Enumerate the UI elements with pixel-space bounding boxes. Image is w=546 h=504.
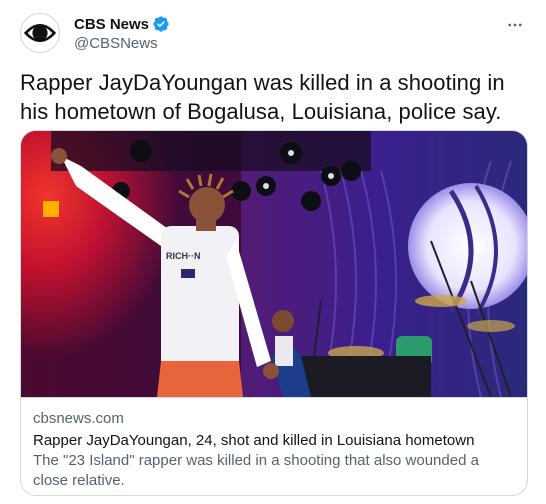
more-options-icon (508, 23, 522, 27)
author-avatar[interactable] (20, 13, 60, 53)
more-options-button[interactable] (504, 14, 526, 36)
shirt-print-text: RICH··N (166, 251, 201, 261)
verified-badge-icon (153, 16, 169, 32)
author-display-name[interactable]: CBS News (74, 16, 149, 33)
tweet-header: CBS News @CBSNews (20, 12, 530, 53)
cbs-eye-logo-icon (21, 14, 59, 52)
tweet: CBS News @CBSNews Rapper JayDaYoungan wa… (0, 0, 546, 504)
author-handle[interactable]: @CBSNews (74, 35, 170, 52)
card-image[interactable]: RICH··N (21, 131, 527, 397)
card-domain: cbsnews.com (33, 410, 124, 427)
card-meta: cbsnews.com Rapper JayDaYoungan, 24, sho… (21, 397, 527, 495)
card-description: The "23 Island" rapper was killed in a s… (33, 452, 479, 489)
author-names: CBS News @CBSNews (74, 14, 170, 52)
link-card[interactable]: RICH··N cbsnews.com Rapper JayDaYoungan,… (20, 130, 528, 496)
card-title[interactable]: Rapper JayDaYoungan, 24, shot and killed… (33, 431, 517, 451)
concert-photo: RICH··N (21, 131, 527, 397)
tweet-text: Rapper JayDaYoungan was killed in a shoo… (20, 70, 505, 124)
